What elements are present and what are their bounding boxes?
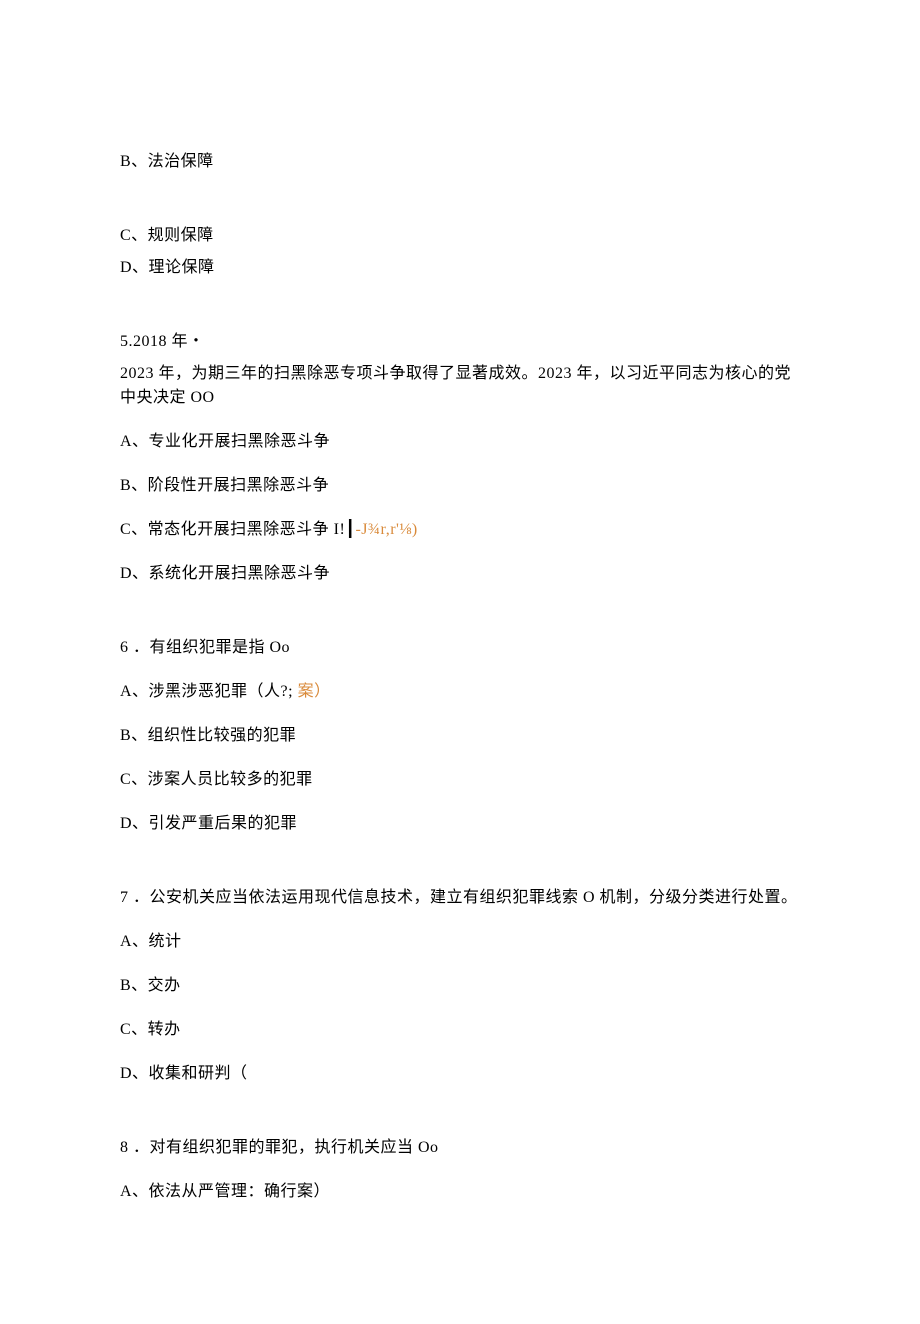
q8-stem: 8 ．对有组织犯罪的罪犯，执行机关应当 Oo <box>120 1136 800 1160</box>
q4-option-d: D、理论保障 <box>120 256 800 280</box>
q6-option-a-main: A、涉黑涉恶犯罪（人?; <box>120 683 298 700</box>
q7-option-a: A、统计 <box>120 930 800 954</box>
q6-option-d: D、引发严重后果的犯罪 <box>120 812 800 836</box>
q6-option-a: A、涉黑涉恶犯罪（人?; 案） <box>120 680 800 704</box>
q8-option-a: A、依法从严管理：确行案） <box>120 1180 800 1204</box>
q5-header: 5.2018 年・ <box>120 330 800 354</box>
q4-option-b: B、法治保障 <box>120 150 800 174</box>
q5-option-b: B、阶段性开展扫黑除恶斗争 <box>120 474 800 498</box>
q4-option-c: C、规则保障 <box>120 224 800 248</box>
q7-stem: 7 ．公安机关应当依法运用现代信息技术，建立有组织犯罪线索 O 机制，分级分类进… <box>120 886 800 910</box>
q6-option-c: C、涉案人员比较多的犯罪 <box>120 768 800 792</box>
q7-option-b: B、交办 <box>120 974 800 998</box>
q5-option-c: C、常态化开展扫黑除恶斗争 I!┃-J¾r,r'⅛) <box>120 518 800 542</box>
q6-option-b: B、组织性比较强的犯罪 <box>120 724 800 748</box>
q7-option-c: C、转办 <box>120 1018 800 1042</box>
q6-stem: 6 ．有组织犯罪是指 Oo <box>120 636 800 660</box>
q5-option-d: D、系统化开展扫黑除恶斗争 <box>120 562 800 586</box>
q5-stem: 2023 年，为期三年的扫黑除恶专项斗争取得了显著成效。2023 年，以习近平同… <box>120 362 800 410</box>
q6-option-a-mark: 案） <box>298 683 331 700</box>
q7-option-d: D、收集和研判（ <box>120 1062 800 1086</box>
q5-option-a: A、专业化开展扫黑除恶斗争 <box>120 430 800 454</box>
document-page: B、法治保障 C、规则保障 D、理论保障 5.2018 年・ 2023 年，为期… <box>0 0 920 1324</box>
q5-option-c-main: C、常态化开展扫黑除恶斗争 I!┃ <box>120 521 355 538</box>
q5-option-c-mark: -J¾r,r'⅛) <box>355 521 417 538</box>
